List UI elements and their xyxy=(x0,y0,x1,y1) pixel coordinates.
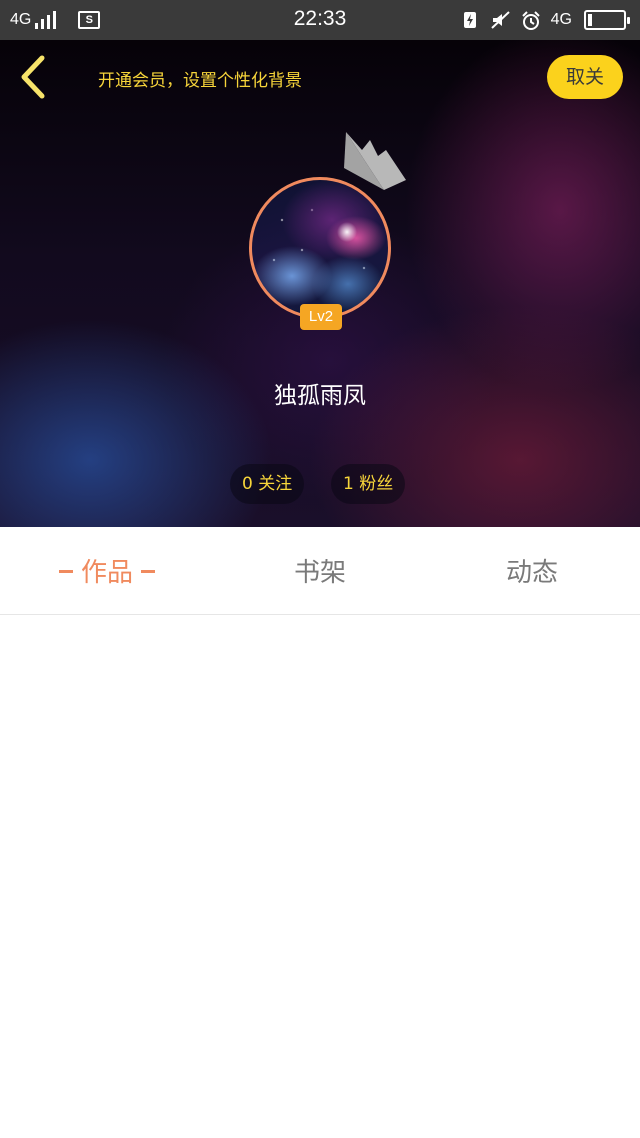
tab-activity-label: 动态 xyxy=(505,558,558,588)
fans-count[interactable]: 1 粉丝 xyxy=(331,464,406,504)
active-tab-indicator xyxy=(141,570,155,573)
active-tab-indicator xyxy=(58,570,73,573)
tab-activity[interactable]: 动态 xyxy=(472,527,592,615)
network-type-right: 4G xyxy=(550,11,572,28)
following-count[interactable]: 0 关注 xyxy=(230,464,305,504)
mute-icon xyxy=(490,11,510,29)
back-button[interactable] xyxy=(16,54,52,100)
profile-tabs: 作品 书架 动态 xyxy=(0,527,640,615)
status-right: 4G xyxy=(461,8,630,32)
battery-icon xyxy=(584,10,630,30)
tab-bookshelf[interactable]: 书架 xyxy=(260,527,380,615)
vip-promo-link[interactable]: 开通会员，设置个性化背景 xyxy=(98,66,302,91)
tab-works[interactable]: 作品 xyxy=(40,527,174,615)
tab-content-area xyxy=(0,616,640,1138)
chevron-left-icon xyxy=(21,55,45,99)
tab-bookshelf-label: 书架 xyxy=(293,558,346,588)
alarm-icon xyxy=(521,11,540,30)
status-bar: 4G S 22:33 4G xyxy=(0,0,640,40)
level-badge: Lv2 xyxy=(300,304,342,330)
username: 独孤雨凤 xyxy=(274,383,366,409)
avatar[interactable] xyxy=(249,177,391,319)
unfollow-button[interactable]: 取关 xyxy=(547,55,623,99)
charging-icon xyxy=(461,11,479,29)
profile-header: 开通会员，设置个性化背景 取关 Lv2 独孤雨凤 0 关注 1 粉丝 xyxy=(0,40,640,527)
tab-works-label: 作品 xyxy=(80,558,133,588)
